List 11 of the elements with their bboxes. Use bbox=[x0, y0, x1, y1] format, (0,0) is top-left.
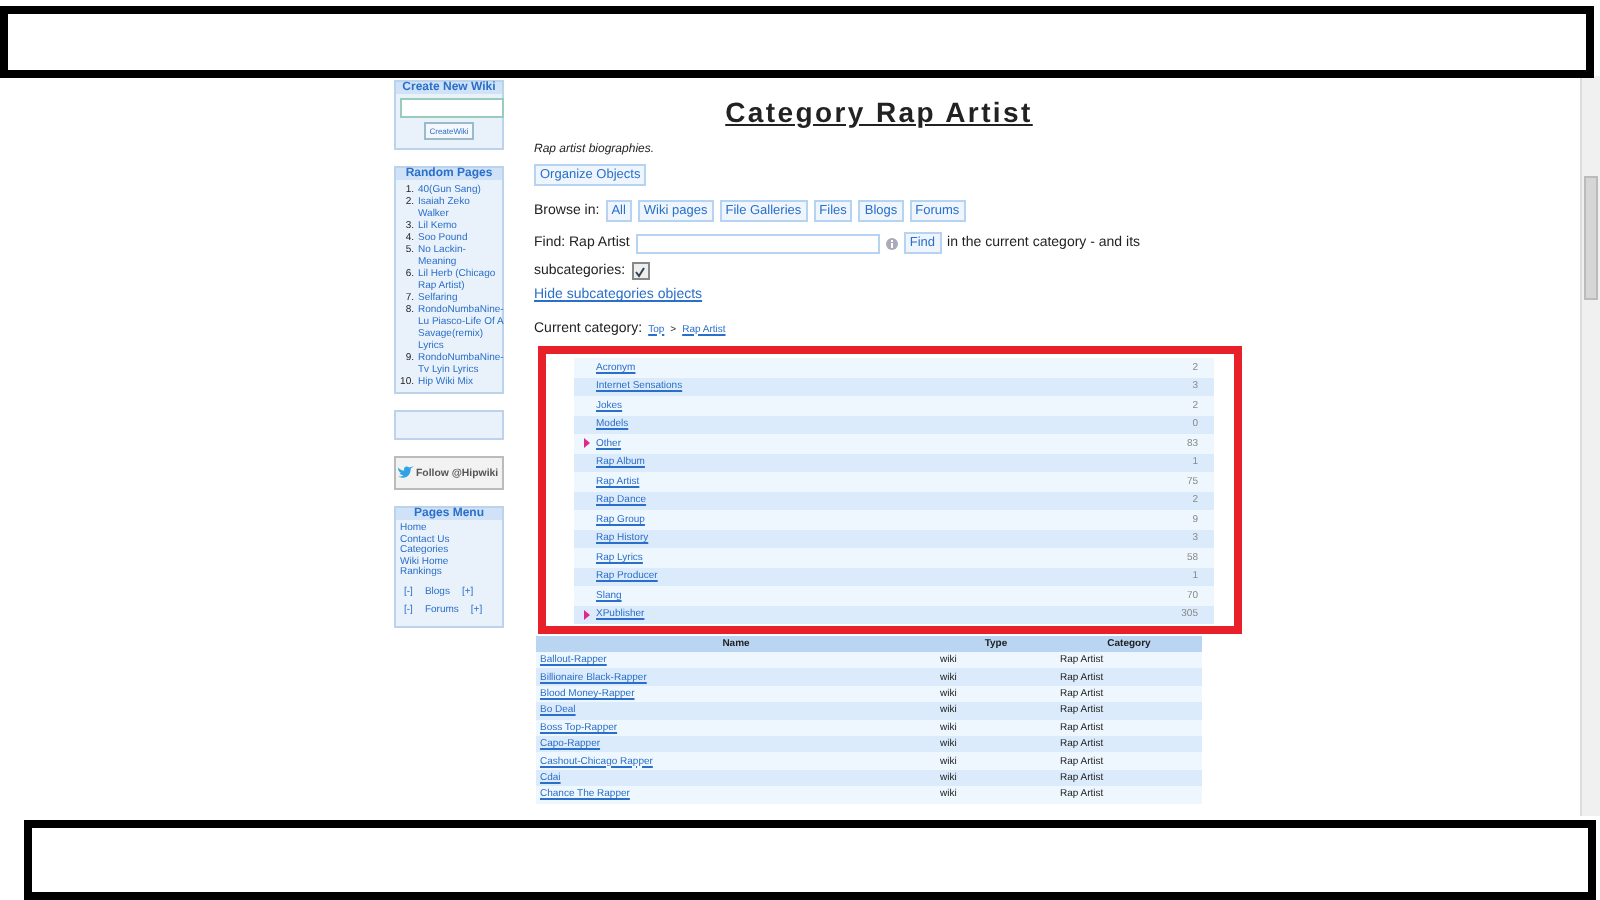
scrollbar-thumb[interactable] bbox=[1584, 176, 1598, 300]
empty-panel bbox=[394, 410, 504, 440]
scrollbar[interactable] bbox=[1580, 76, 1600, 816]
wiki-name-field[interactable] bbox=[400, 98, 504, 118]
expand-arrow-icon[interactable] bbox=[582, 609, 592, 620]
expand-arrow-icon[interactable] bbox=[582, 438, 592, 449]
info-icon bbox=[885, 237, 898, 249]
find-field[interactable] bbox=[635, 233, 880, 253]
page-title: Category Rap Artist bbox=[723, 96, 1035, 128]
bird-icon bbox=[398, 466, 414, 480]
subcategories-checkbox[interactable] bbox=[631, 262, 650, 280]
